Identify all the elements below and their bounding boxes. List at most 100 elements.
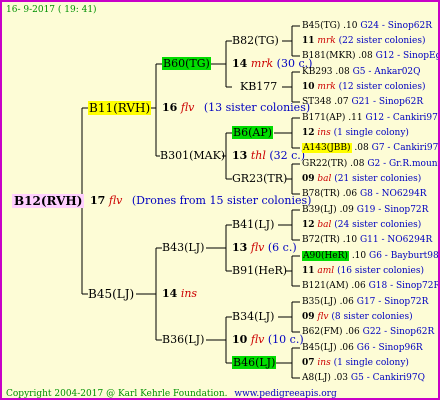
- g4-note: (1 single colony): [333, 358, 409, 368]
- g4-note: (21 sister colonies): [334, 174, 422, 184]
- g4-line: G12 - SinopEgg86R: [375, 51, 438, 61]
- g4-line: G12 - Cankiri97Q: [365, 113, 440, 123]
- g4-coeff: .08: [335, 67, 350, 77]
- g4-coeff: .08: [358, 51, 373, 61]
- g3-queen-b46[interactable]: B46(LJ): [232, 356, 277, 370]
- g4-coeff: .06: [345, 327, 360, 337]
- g2-queen-b43[interactable]: B43(LJ): [162, 241, 204, 255]
- g4-line: G2 - Gr.R.mounta: [367, 159, 440, 169]
- root-label: B12(RVH): [12, 194, 85, 208]
- g4-coeff: .08: [354, 143, 369, 153]
- g4-line: G17 - Sinop72R: [356, 297, 429, 307]
- g3-label: B34(LJ): [232, 310, 275, 323]
- g2-label: B60(TG): [162, 57, 211, 70]
- g4-bee: bal: [317, 174, 332, 184]
- sire-bee: mrk: [250, 57, 274, 70]
- g1-bot-bee: ins: [180, 287, 198, 300]
- g4-sire-row: 10 mrk (12 sister colonies): [302, 80, 426, 94]
- g2-label: B43(LJ): [162, 241, 205, 254]
- g3-label: GR23(TR): [232, 172, 288, 185]
- g4-row[interactable]: A90(HeR) .10 G6 - Bayburt98-3: [302, 249, 438, 263]
- g4-queen: B62(FM): [302, 327, 343, 337]
- g2-queen-b60[interactable]: B60(TG): [162, 57, 211, 71]
- g4-queen: A8(LJ): [302, 373, 331, 383]
- g2-sire-b60: 14 mrk (30 c.): [232, 57, 312, 71]
- g4-coeff: .08: [350, 159, 365, 169]
- g4-line: G24 - Sinop62R: [360, 21, 433, 31]
- g4-row[interactable]: B45(LJ) .06 G6 - Sinop96R: [302, 341, 423, 355]
- g3-queen-b34[interactable]: B34(LJ): [232, 310, 274, 324]
- g4-sire-row: 11 aml (16 sister colonies): [302, 264, 424, 278]
- g4-note: (16 sister colonies): [337, 266, 424, 276]
- g4-row[interactable]: GR22(TR) .08 G2 - Gr.R.mounta: [302, 157, 440, 171]
- sire-num: 10: [232, 333, 248, 346]
- g4-line: G6 - Sinop96R: [356, 343, 423, 353]
- g4-row[interactable]: ST348 .07 G21 - Sinop62R: [302, 95, 423, 109]
- g4-queen: B39(LJ): [302, 205, 337, 215]
- g4-bee: flv: [317, 312, 329, 322]
- g4-queen: ST348: [302, 97, 332, 107]
- g4-line: G22 - Sinop62R: [362, 327, 435, 337]
- g4-row[interactable]: B181(MKR) .08 G12 - SinopEgg86R: [302, 49, 438, 63]
- g4-bee: bal: [317, 220, 332, 230]
- g1-bot-queen[interactable]: B45(LJ): [88, 287, 134, 301]
- g4-note: (24 sister colonies): [334, 220, 422, 230]
- g2-label: B36(LJ): [162, 333, 205, 346]
- g3-queen-gr23[interactable]: GR23(TR): [232, 172, 287, 186]
- g4-row[interactable]: A143(JBB) .08 G7 - Cankiri97Q: [302, 141, 438, 155]
- g4-coeff: .10: [342, 235, 358, 245]
- g2-sire-b301: 13 thl (32 c.): [232, 149, 305, 163]
- g4-queen: A90(HeR): [302, 251, 349, 261]
- g4-queen: B35(LJ): [302, 297, 337, 307]
- g4-coeff: .10: [343, 21, 358, 31]
- pedigree-chart: 16- 9-2017 ( 19: 41) B12(RVH) 17 flv (Dr…: [0, 0, 440, 400]
- g4-row[interactable]: B121(AM) .06 G18 - Sinop72R: [302, 279, 438, 293]
- g4-num: 10: [302, 82, 315, 92]
- g4-bee: mrk: [317, 36, 336, 46]
- g4-coeff: .06: [342, 189, 358, 199]
- g4-line: G19 - Sinop72R: [356, 205, 429, 215]
- g4-row[interactable]: A8(LJ) .03 G5 - Cankiri97Q: [302, 371, 425, 385]
- website-link[interactable]: www.pedigreeapis.org: [234, 389, 336, 398]
- g4-queen: B72(TR): [302, 235, 340, 245]
- g4-sire-row: 12 bal (24 sister colonies): [302, 218, 421, 232]
- g2-queen-b301[interactable]: B301(MAK): [160, 149, 225, 163]
- g4-queen: B181(MKR): [302, 51, 356, 61]
- g3-label: B41(LJ): [232, 218, 275, 231]
- g4-coeff: .06: [339, 343, 354, 353]
- g3-queen-b91[interactable]: B91(HeR): [232, 264, 287, 278]
- g4-row[interactable]: B45(TG) .10 G24 - Sinop62R: [302, 19, 432, 33]
- g4-row[interactable]: B78(TR) .06 G8 - NO6294R: [302, 187, 427, 201]
- g3-label: B82(TG): [232, 34, 279, 47]
- g4-row[interactable]: KB293 .08 G5 - Ankar02Q: [302, 65, 421, 79]
- g3-queen-b41[interactable]: B41(LJ): [232, 218, 274, 232]
- g4-row[interactable]: B35(LJ) .06 G17 - Sinop72R: [302, 295, 428, 309]
- g3-queen-b82[interactable]: B82(TG): [232, 34, 279, 48]
- g3-label: B91(HeR): [232, 264, 288, 277]
- root-sire-num: 17: [90, 194, 106, 207]
- g3-label: B46(LJ): [232, 356, 277, 369]
- g1-top-queen[interactable]: B11(RVH): [88, 101, 152, 115]
- g1-bot-sire-line: 14 ins: [162, 287, 197, 301]
- g2-queen-b36[interactable]: B36(LJ): [162, 333, 204, 347]
- sire-num: 14: [232, 57, 248, 70]
- g4-num: 07: [302, 358, 315, 368]
- sire-note: (10 c.): [267, 333, 304, 346]
- sire-bee: flv: [250, 241, 265, 254]
- g3-queen-kb177[interactable]: KB177: [240, 80, 277, 94]
- g4-row[interactable]: B39(LJ) .09 G19 - Sinop72R: [302, 203, 428, 217]
- g4-sire-row: 07 ins (1 single colony): [302, 356, 409, 370]
- sire-num: 13: [232, 149, 248, 162]
- g4-row[interactable]: B62(FM) .06 G22 - Sinop62R: [302, 325, 434, 339]
- g2-sire-b43: 13 flv (6 c.): [232, 241, 297, 255]
- root-sire-line: 17 flv (Drones from 15 sister colonies): [90, 194, 311, 208]
- copyright-text: Copyright 2004-2017 @ Karl Kehrle Founda…: [6, 389, 228, 399]
- g4-num: 12: [302, 128, 315, 138]
- g4-row[interactable]: B72(TR) .10 G11 - NO6294R: [302, 233, 432, 247]
- g4-line: G8 - NO6294R: [359, 189, 427, 199]
- root-sire-note: (Drones from 15 sister colonies): [131, 194, 312, 207]
- g3-label: KB177: [240, 80, 278, 93]
- g3-queen-b6[interactable]: B6(AP): [232, 126, 274, 140]
- root-queen[interactable]: B12(RVH): [12, 194, 85, 208]
- g4-row[interactable]: B171(AP) .11 G12 - Cankiri97Q: [302, 111, 440, 125]
